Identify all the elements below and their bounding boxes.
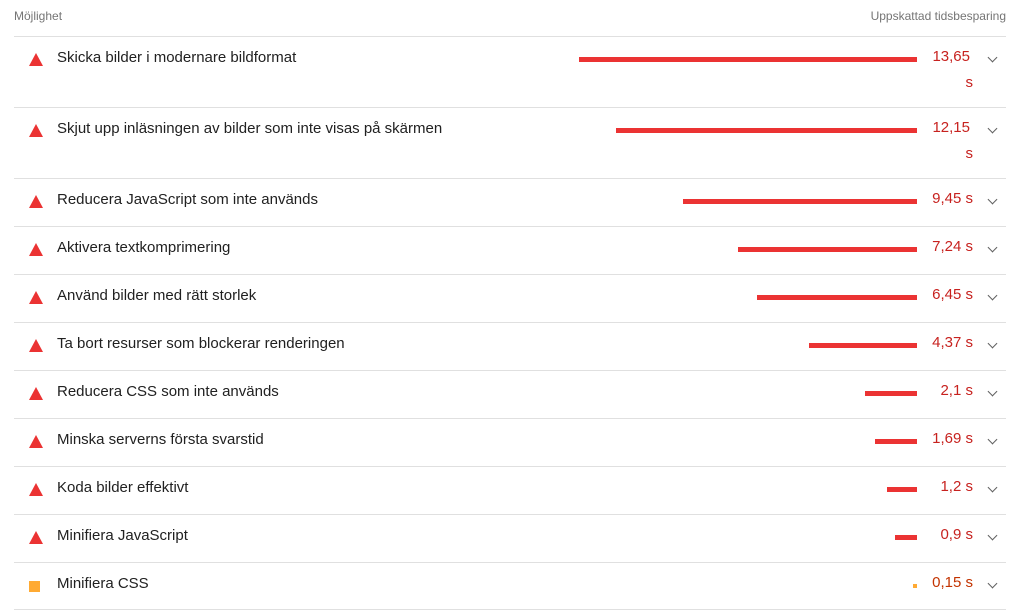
warning-triangle-icon xyxy=(29,531,43,544)
warning-triangle-icon xyxy=(29,243,43,256)
opportunity-column-header: Möjlighet xyxy=(14,9,63,23)
opportunity-title: Minifiera JavaScript xyxy=(57,527,188,544)
savings-value: 9,45 s xyxy=(932,190,973,207)
savings-bar xyxy=(809,343,917,348)
savings-bar xyxy=(865,391,917,396)
opportunity-title: Aktivera textkomprimering xyxy=(57,239,231,256)
savings-value: 0,15 s xyxy=(932,574,973,591)
savings-value: 12,15 s xyxy=(932,119,973,162)
warning-triangle-icon xyxy=(29,483,43,496)
savings-bar xyxy=(683,199,917,204)
opportunity-row[interactable]: Skjut upp inläsningen av bilder som inte… xyxy=(14,107,1006,178)
warning-triangle-icon xyxy=(29,387,43,400)
opportunity-row[interactable]: Skicka bilder i modernare bildformat 13,6… xyxy=(14,36,1006,107)
opportunity-row[interactable]: Reducera CSS som inte används 2,1 s xyxy=(14,370,1006,418)
opportunity-title: Minifiera CSS xyxy=(57,575,149,592)
opportunity-row[interactable]: Aktivera textkomprimering 7,24 s xyxy=(14,226,1006,274)
opportunity-row[interactable]: Minifiera CSS 0,15 s xyxy=(14,562,1006,610)
opportunity-title: Reducera CSS som inte används xyxy=(57,383,279,400)
chevron-down-icon[interactable] xyxy=(987,530,998,541)
chevron-down-icon[interactable] xyxy=(987,194,998,205)
savings-bar xyxy=(875,439,917,444)
savings-bar xyxy=(887,487,917,492)
opportunity-title: Minska serverns första svarstid xyxy=(57,431,264,448)
savings-column-header: Uppskattad tidsbesparing xyxy=(870,9,1006,23)
opportunity-row[interactable]: Minska serverns första svarstid 1,69 s xyxy=(14,418,1006,466)
savings-bar xyxy=(616,128,917,133)
savings-value: 1,69 s xyxy=(932,430,973,447)
savings-bar xyxy=(895,535,917,540)
chevron-down-icon[interactable] xyxy=(987,123,998,134)
chevron-down-icon[interactable] xyxy=(987,578,998,589)
savings-bar xyxy=(757,295,917,300)
opportunity-title: Koda bilder effektivt xyxy=(57,479,189,496)
orange-square-icon xyxy=(29,581,40,592)
savings-value: 1,2 s xyxy=(940,478,973,495)
warning-triangle-icon xyxy=(29,435,43,448)
savings-value: 6,45 s xyxy=(932,286,973,303)
savings-bar xyxy=(579,57,917,62)
opportunity-list: Skicka bilder i modernare bildformat 13,6… xyxy=(14,36,1006,610)
warning-triangle-icon xyxy=(29,195,43,208)
savings-bar xyxy=(738,247,917,252)
table-header: Möjlighet Uppskattad tidsbesparing xyxy=(14,9,1006,25)
savings-value: 4,37 s xyxy=(932,334,973,351)
opportunity-title: Reducera JavaScript som inte används xyxy=(57,191,318,208)
opportunity-title: Skicka bilder i modernare bildformat xyxy=(57,49,297,66)
chevron-down-icon[interactable] xyxy=(987,434,998,445)
savings-value: 7,24 s xyxy=(932,238,973,255)
opportunity-row[interactable]: Minifiera JavaScript 0,9 s xyxy=(14,514,1006,562)
warning-triangle-icon xyxy=(29,53,43,66)
opportunity-row[interactable]: Koda bilder effektivt 1,2 s xyxy=(14,466,1006,514)
opportunity-title: Använd bilder med rätt storlek xyxy=(57,287,257,304)
opportunity-row[interactable]: Reducera JavaScript som inte används 9,45… xyxy=(14,178,1006,226)
savings-value: 13,65 s xyxy=(932,48,973,91)
savings-bar xyxy=(913,584,917,588)
chevron-down-icon[interactable] xyxy=(987,290,998,301)
opportunity-title: Skjut upp inläsningen av bilder som inte… xyxy=(57,120,443,137)
opportunity-row[interactable]: Använd bilder med rätt storlek 6,45 s xyxy=(14,274,1006,322)
warning-triangle-icon xyxy=(29,339,43,352)
chevron-down-icon[interactable] xyxy=(987,242,998,253)
savings-value: 0,9 s xyxy=(940,526,973,543)
opportunity-title: Ta bort resurser som blockerar rendering… xyxy=(57,335,345,352)
chevron-down-icon[interactable] xyxy=(987,482,998,493)
chevron-down-icon[interactable] xyxy=(987,338,998,349)
savings-value: 2,1 s xyxy=(940,382,973,399)
warning-triangle-icon xyxy=(29,124,43,137)
chevron-down-icon[interactable] xyxy=(987,386,998,397)
opportunity-row[interactable]: Ta bort resurser som blockerar rendering… xyxy=(14,322,1006,370)
warning-triangle-icon xyxy=(29,291,43,304)
chevron-down-icon[interactable] xyxy=(987,52,998,63)
